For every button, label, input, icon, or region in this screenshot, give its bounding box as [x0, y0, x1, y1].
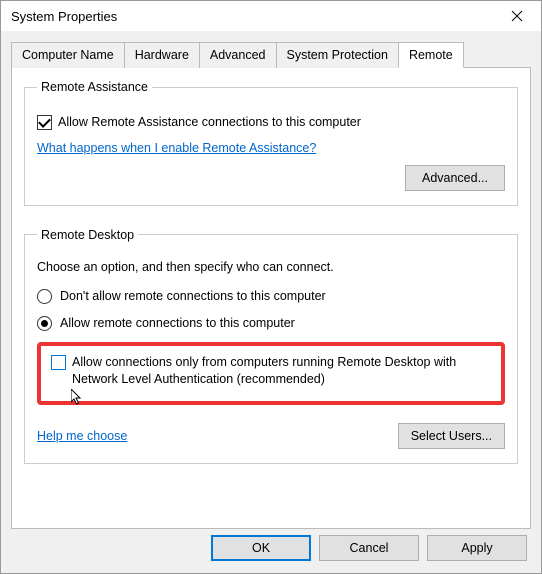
- remote-desktop-legend: Remote Desktop: [37, 228, 138, 242]
- allow-remote-option[interactable]: Allow remote connections to this compute…: [37, 315, 505, 332]
- nla-highlight: Allow connections only from computers ru…: [37, 342, 505, 406]
- window-title: System Properties: [11, 9, 117, 24]
- nla-checkbox-label: Allow connections only from computers ru…: [72, 354, 491, 388]
- help-me-choose-link[interactable]: Help me choose: [37, 429, 127, 443]
- disallow-remote-label: Don't allow remote connections to this c…: [60, 288, 326, 305]
- titlebar: System Properties: [1, 1, 541, 31]
- close-button[interactable]: [501, 2, 533, 30]
- allow-remote-assistance-checkbox[interactable]: [37, 115, 52, 130]
- apply-button[interactable]: Apply: [427, 535, 527, 561]
- tab-body-remote: Remote Assistance Allow Remote Assistanc…: [11, 68, 531, 529]
- tab-remote[interactable]: Remote: [398, 42, 464, 68]
- cursor-icon: [71, 389, 83, 407]
- nla-checkbox[interactable]: [51, 355, 66, 370]
- remote-assistance-help-link[interactable]: What happens when I enable Remote Assist…: [37, 141, 316, 155]
- tab-advanced[interactable]: Advanced: [199, 42, 277, 68]
- tab-system-protection[interactable]: System Protection: [276, 42, 399, 68]
- remote-assistance-legend: Remote Assistance: [37, 80, 152, 94]
- disallow-remote-option[interactable]: Don't allow remote connections to this c…: [37, 288, 505, 305]
- cancel-button[interactable]: Cancel: [319, 535, 419, 561]
- close-icon: [511, 10, 523, 22]
- tab-hardware[interactable]: Hardware: [124, 42, 200, 68]
- remote-assistance-advanced-button[interactable]: Advanced...: [405, 165, 505, 191]
- tab-strip: Computer Name Hardware Advanced System P…: [11, 41, 531, 68]
- disallow-remote-radio[interactable]: [37, 289, 52, 304]
- allow-remote-label: Allow remote connections to this compute…: [60, 315, 295, 332]
- allow-remote-assistance-row[interactable]: Allow Remote Assistance connections to t…: [37, 114, 505, 131]
- remote-assistance-group: Remote Assistance Allow Remote Assistanc…: [24, 80, 518, 206]
- remote-desktop-instructions: Choose an option, and then specify who c…: [37, 260, 505, 274]
- select-users-button[interactable]: Select Users...: [398, 423, 505, 449]
- tab-computer-name[interactable]: Computer Name: [11, 42, 125, 68]
- system-properties-window: System Properties Computer Name Hardware…: [0, 0, 542, 574]
- dialog-buttons: OK Cancel Apply: [11, 529, 531, 561]
- ok-button[interactable]: OK: [211, 535, 311, 561]
- content-area: Computer Name Hardware Advanced System P…: [1, 31, 541, 573]
- allow-remote-assistance-label: Allow Remote Assistance connections to t…: [58, 114, 361, 131]
- allow-remote-radio[interactable]: [37, 316, 52, 331]
- remote-desktop-group: Remote Desktop Choose an option, and the…: [24, 228, 518, 465]
